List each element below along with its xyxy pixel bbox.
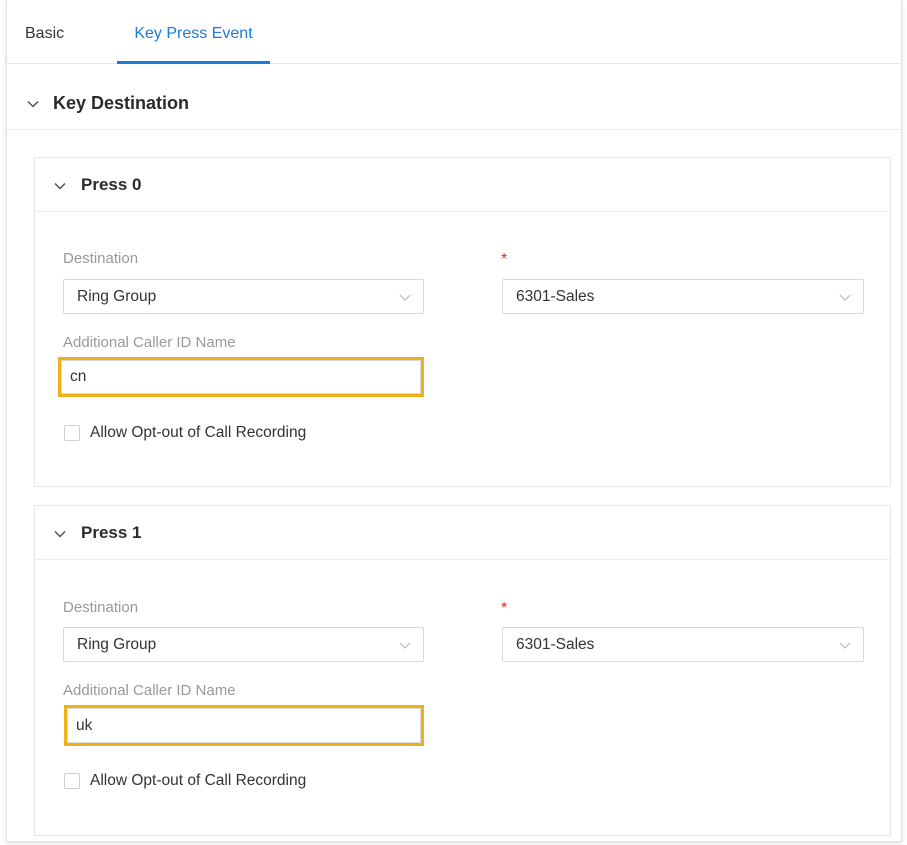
highlight-box — [58, 357, 424, 397]
press-card: Press 0 Destination * Ring Group 6301-Sa… — [34, 157, 891, 487]
destination-target-select[interactable]: 6301-Sales — [502, 279, 864, 314]
caller-id-input[interactable] — [61, 360, 421, 394]
destination-label: Destination — [63, 599, 139, 616]
destination-select-value: Ring Group — [77, 288, 157, 305]
chevron-down-icon[interactable] — [53, 527, 67, 541]
destination-target-value: 6301-Sales — [516, 636, 595, 653]
chevron-down-icon[interactable] — [26, 97, 40, 111]
destination-select-value: Ring Group — [77, 636, 157, 653]
required-marker: * — [501, 251, 508, 268]
press-title: Press 0 — [81, 175, 142, 194]
tab-basic[interactable]: Basic — [25, 0, 64, 64]
press-card-header[interactable]: Press 1 — [35, 506, 890, 560]
opt-out-checkbox[interactable] — [64, 425, 80, 441]
key-destination-header[interactable]: Key Destination — [7, 64, 901, 130]
caller-id-input[interactable] — [67, 708, 421, 743]
key-press-panel: Basic Key Press Event Key Destination Pr… — [6, 0, 902, 842]
press-title: Press 1 — [81, 523, 142, 542]
caller-id-label: Additional Caller ID Name — [63, 334, 236, 351]
destination-select[interactable]: Ring Group — [63, 627, 424, 662]
dropdown-arrow-icon — [399, 294, 411, 301]
tab-bar: Basic Key Press Event — [7, 0, 901, 64]
dropdown-arrow-icon — [399, 642, 411, 649]
destination-select[interactable]: Ring Group — [63, 279, 424, 314]
press-card-header[interactable]: Press 0 — [35, 158, 890, 212]
dropdown-arrow-icon — [839, 642, 851, 649]
required-marker: * — [501, 600, 508, 617]
opt-out-label[interactable]: Allow Opt-out of Call Recording — [90, 772, 306, 790]
tab-key-press-event[interactable]: Key Press Event — [117, 0, 270, 64]
dropdown-arrow-icon — [839, 294, 851, 301]
caller-id-label: Additional Caller ID Name — [63, 682, 236, 699]
chevron-down-icon[interactable] — [53, 179, 67, 193]
destination-target-select[interactable]: 6301-Sales — [502, 627, 864, 662]
press-card: Press 1 Destination * Ring Group 6301-Sa… — [34, 505, 891, 836]
opt-out-label[interactable]: Allow Opt-out of Call Recording — [90, 424, 306, 442]
highlight-box — [64, 705, 424, 746]
destination-label: Destination — [63, 250, 139, 267]
opt-out-checkbox[interactable] — [64, 773, 80, 789]
destination-target-value: 6301-Sales — [516, 288, 595, 305]
section-title: Key Destination — [53, 93, 190, 113]
